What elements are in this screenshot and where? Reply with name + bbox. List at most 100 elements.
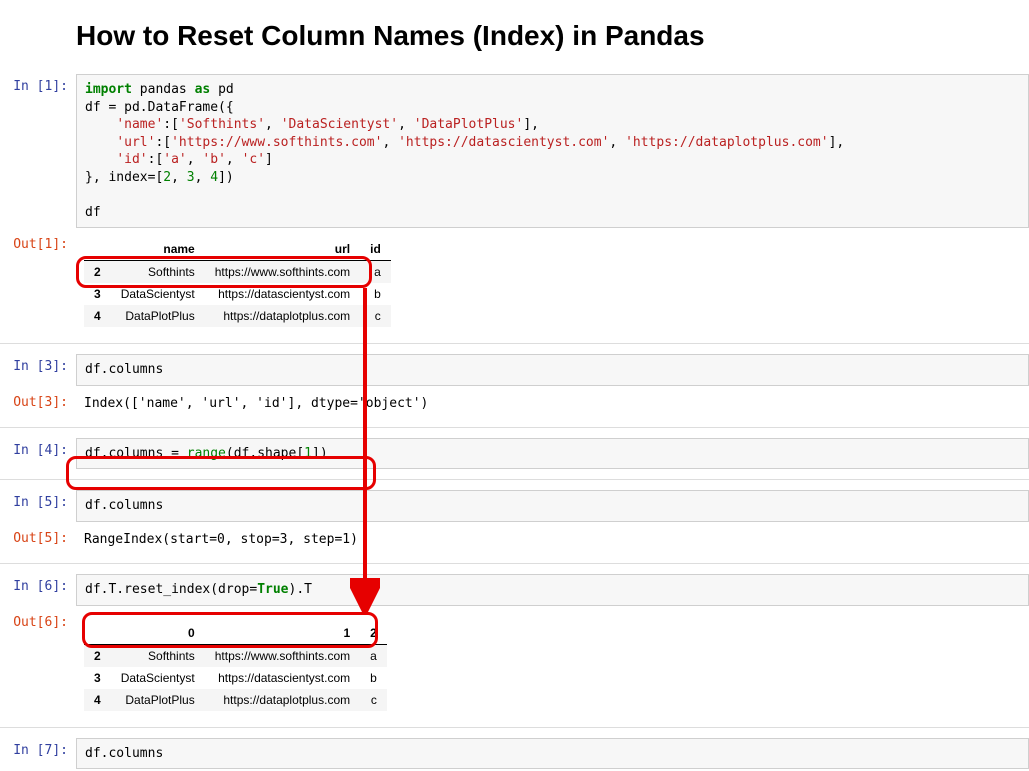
kw-as: as [195,82,211,97]
str: 'Softhints' [179,117,265,132]
prompt-in-4: In [4]: [0,438,76,470]
cell-out-5: Out[5]: RangeIndex(start=0, stop=3, step… [0,524,1029,555]
cell: a [360,261,391,284]
th-id: id [360,238,391,261]
th-blank [84,238,111,261]
th-name: name [111,238,205,261]
txt: df.T.reset_index(drop= [85,582,257,597]
txt: ] [265,152,273,167]
prompt-in-6: In [6]: [0,574,76,606]
txt: ).T [289,582,312,597]
txt [85,152,116,167]
txt: , [226,152,242,167]
cell: DataPlotPlus [111,305,205,327]
cell-in-3: In [3]: df.columns [0,352,1029,388]
str: 'https://www.softhints.com' [171,135,382,150]
txt: ]) [312,446,328,461]
table-row: 2 Softhints https://www.softhints.com a [84,644,387,667]
table-row: 3 DataScientyst https://datascientyst.co… [84,667,387,689]
txt: , [609,135,625,150]
str: 'https://dataplotplus.com' [625,135,829,150]
str: 'c' [242,152,265,167]
txt: df [85,205,101,220]
num: 1 [304,446,312,461]
table-header-row: name url id [84,238,391,261]
row-index: 3 [84,667,111,689]
th-0: 0 [111,622,205,645]
txt: , [265,117,281,132]
separator [0,563,1029,564]
txt: pd [210,82,233,97]
txt: , [195,170,211,185]
str: 'id' [116,152,147,167]
output-html-1: name url id 2 Softhints https://www.soft… [76,232,1029,333]
cell: DataPlotPlus [111,689,205,711]
output-text-5: RangeIndex(start=0, stop=3, step=1) [76,526,1029,553]
separator [0,727,1029,728]
th-1: 1 [205,622,360,645]
cell: https://www.softhints.com [205,261,360,284]
th-url: url [205,238,360,261]
prompt-out-5: Out[5]: [0,526,76,553]
txt: pandas [132,82,195,97]
output-text-3: Index(['name', 'url', 'id'], dtype='obje… [76,390,1029,417]
txt: ]) [218,170,234,185]
num: 4 [210,170,218,185]
cell-in-1: In [1]: import pandas as pd df = pd.Data… [0,72,1029,230]
txt: :[ [148,152,164,167]
row-index: 4 [84,305,111,327]
table-row: 3 DataScientyst https://datascientyst.co… [84,283,391,305]
cell-out-6: Out[6]: 0 1 2 2 Softhints https://www.so… [0,608,1029,719]
str: 'DataPlotPlus' [414,117,524,132]
code-input-1[interactable]: import pandas as pd df = pd.DataFrame({ … [76,74,1029,228]
txt: , [171,170,187,185]
table-row: 2 Softhints https://www.softhints.com a [84,261,391,284]
txt: , [382,135,398,150]
txt: df = pd.DataFrame({ [85,100,234,115]
code-input-4[interactable]: df.columns = range(df.shape[1]) [76,438,1029,470]
output-html-6: 0 1 2 2 Softhints https://www.softhints.… [76,610,1029,717]
str: 'DataScientyst' [281,117,398,132]
txt [85,117,116,132]
table-header-row: 0 1 2 [84,622,387,645]
txt: , [398,117,414,132]
prompt-out-1: Out[1]: [0,232,76,333]
cell-out-1: Out[1]: name url id 2 Softhints https://… [0,230,1029,335]
cell: c [360,305,391,327]
kw-import: import [85,82,132,97]
txt: :[ [163,117,179,132]
code-input-3[interactable]: df.columns [76,354,1029,386]
txt: df.columns = [85,446,187,461]
txt [85,135,116,150]
cell: DataScientyst [111,667,205,689]
cell-in-5: In [5]: df.columns [0,488,1029,524]
prompt-in-7: In [7]: [0,738,76,770]
cell: c [360,689,387,711]
txt: ], [829,135,845,150]
num: 3 [187,170,195,185]
cell: https://datascientyst.com [205,283,360,305]
separator [0,343,1029,344]
txt: :[ [155,135,171,150]
code-input-7[interactable]: df.columns [76,738,1029,770]
prompt-in-1: In [1]: [0,74,76,228]
cell-in-6: In [6]: df.T.reset_index(drop=True).T [0,572,1029,608]
row-index: 2 [84,644,111,667]
cell: https://dataplotplus.com [205,305,360,327]
row-index: 3 [84,283,111,305]
separator [0,479,1029,480]
txt: }, index=[ [85,170,163,185]
num: 2 [163,170,171,185]
separator [0,427,1029,428]
dataframe-table-6: 0 1 2 2 Softhints https://www.softhints.… [84,622,387,711]
code-input-6[interactable]: df.T.reset_index(drop=True).T [76,574,1029,606]
str: 'b' [202,152,225,167]
th-2: 2 [360,622,387,645]
row-index: 2 [84,261,111,284]
cell: b [360,667,387,689]
cell: Softhints [111,261,205,284]
code-input-5[interactable]: df.columns [76,490,1029,522]
prompt-in-3: In [3]: [0,354,76,386]
builtin-range: range [187,446,226,461]
cell-in-4: In [4]: df.columns = range(df.shape[1]) [0,436,1029,472]
